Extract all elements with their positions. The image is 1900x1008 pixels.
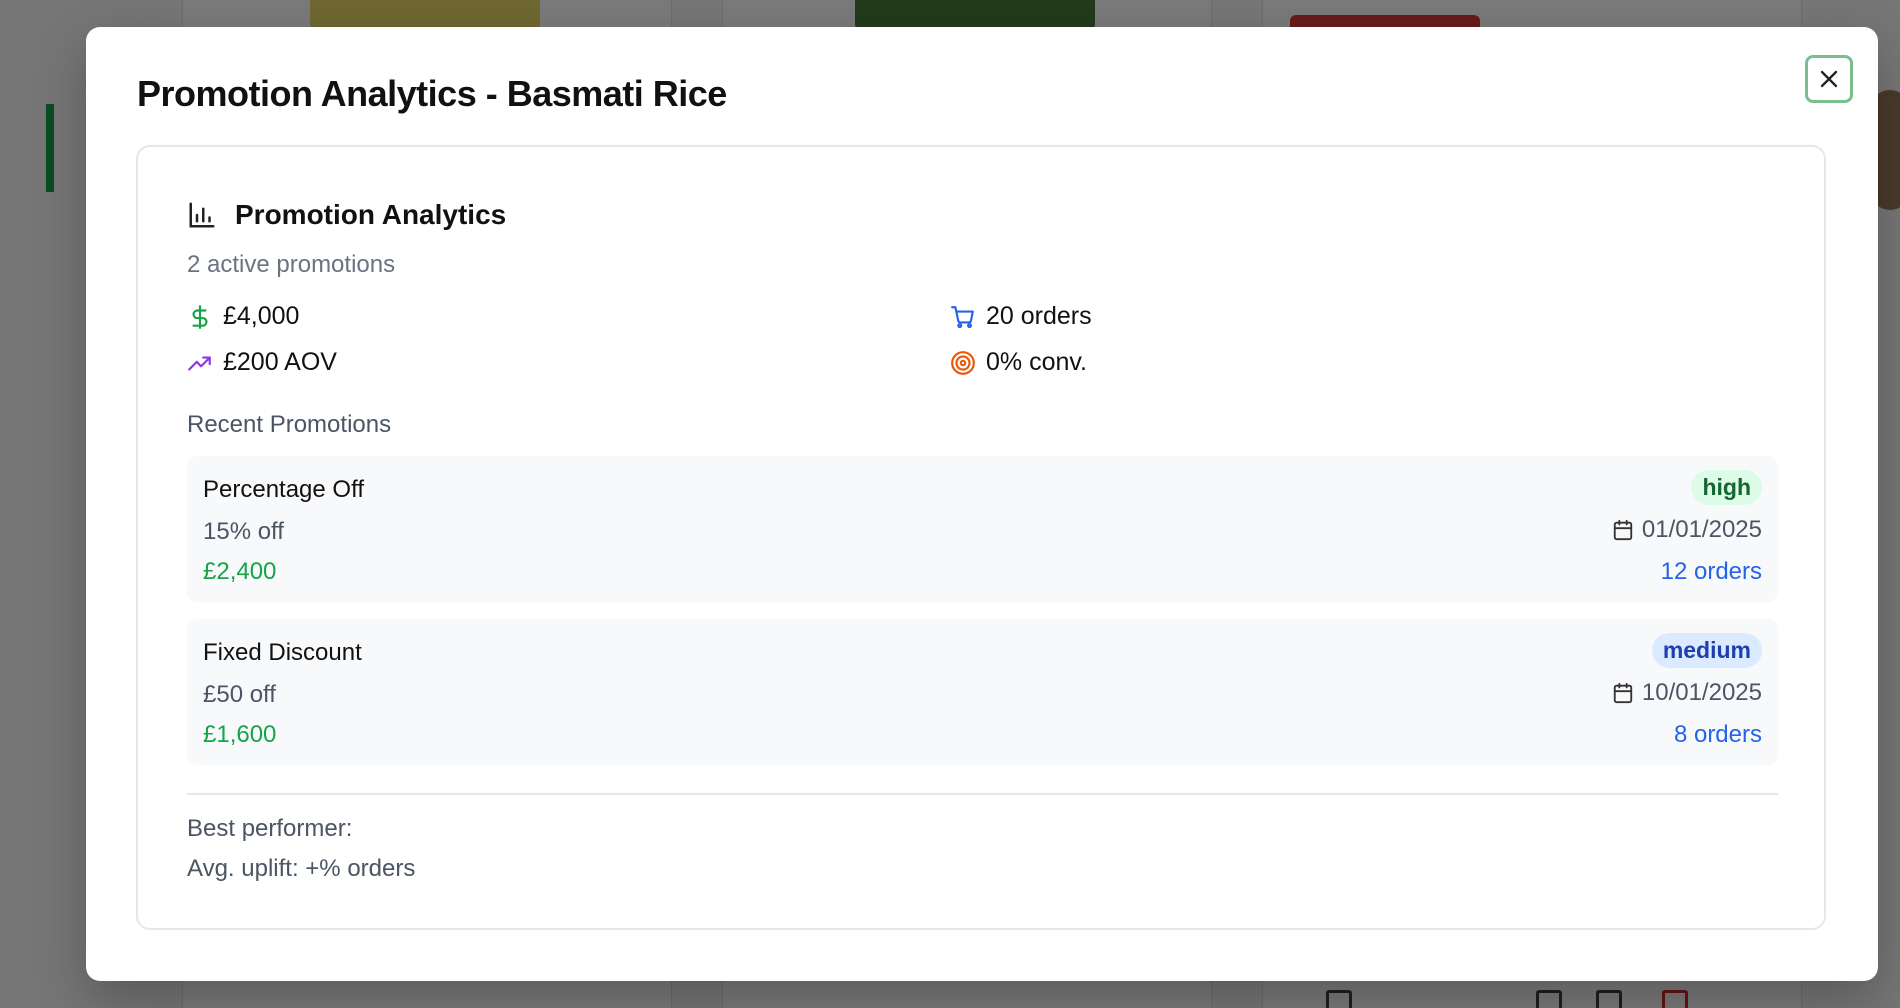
promotion-orders: 8 orders: [1673, 721, 1762, 748]
promotion-revenue: £1,600: [203, 721, 277, 748]
dialog-title: Promotion Analytics - Basmati Rice: [137, 73, 727, 114]
orders-value: 20 orders: [986, 302, 1092, 330]
stat-aov: £200 AOV: [187, 348, 337, 377]
best-performer: Best performer:: [187, 815, 353, 842]
promotion-date: 10/01/2025: [1612, 679, 1762, 707]
dollar-icon: [192, 304, 208, 329]
priority-badge: medium: [1651, 633, 1762, 668]
promotion-discount: £50 off: [203, 681, 276, 708]
cart-icon: [951, 305, 974, 328]
bar-chart-icon: [189, 202, 215, 228]
promotion-name: Fixed Discount: [203, 639, 362, 666]
promotion-item: Fixed Discount £50 off £1,600 medium 10/…: [187, 619, 1778, 765]
card-header: Promotion Analytics: [187, 199, 506, 231]
calendar-icon: [1613, 519, 1633, 541]
card-title: Promotion Analytics: [235, 199, 507, 230]
aov-value: £200 AOV: [223, 348, 337, 376]
analytics-card: Promotion Analytics 2 active promotions …: [136, 145, 1826, 930]
close-icon: [1820, 70, 1838, 88]
promotion-item: Percentage Off 15% off £2,400 high 01/01…: [187, 456, 1778, 602]
revenue-value: £4,000: [223, 302, 300, 330]
recent-promotions-heading: Recent Promotions: [187, 411, 392, 438]
divider: [187, 793, 1778, 795]
promotion-revenue: £2,400: [203, 558, 277, 585]
promotion-discount: 15% off: [203, 518, 284, 545]
priority-badge: high: [1691, 470, 1762, 505]
promotion-analytics-dialog: Promotion Analytics - Basmati Rice Promo…: [86, 27, 1878, 981]
calendar-icon: [1613, 682, 1633, 704]
active-promotions-count: 2 active promotions: [187, 251, 396, 278]
avg-uplift: Avg. uplift: +% orders: [187, 855, 416, 882]
close-button[interactable]: [1805, 55, 1853, 103]
trending-up-icon: [188, 356, 211, 371]
promotion-date: 01/01/2025: [1612, 516, 1762, 544]
promotion-orders: 12 orders: [1660, 558, 1762, 585]
conversion-value: 0% conv.: [986, 348, 1087, 376]
promotion-date-text: 10/01/2025: [1641, 679, 1762, 706]
promotion-name: Percentage Off: [203, 476, 364, 503]
stat-conversion: 0% conv.: [950, 348, 1087, 377]
target-icon: [951, 350, 975, 375]
stat-orders: 20 orders: [950, 302, 1092, 331]
stat-revenue: £4,000: [187, 302, 299, 331]
promotion-date-text: 01/01/2025: [1641, 516, 1762, 543]
